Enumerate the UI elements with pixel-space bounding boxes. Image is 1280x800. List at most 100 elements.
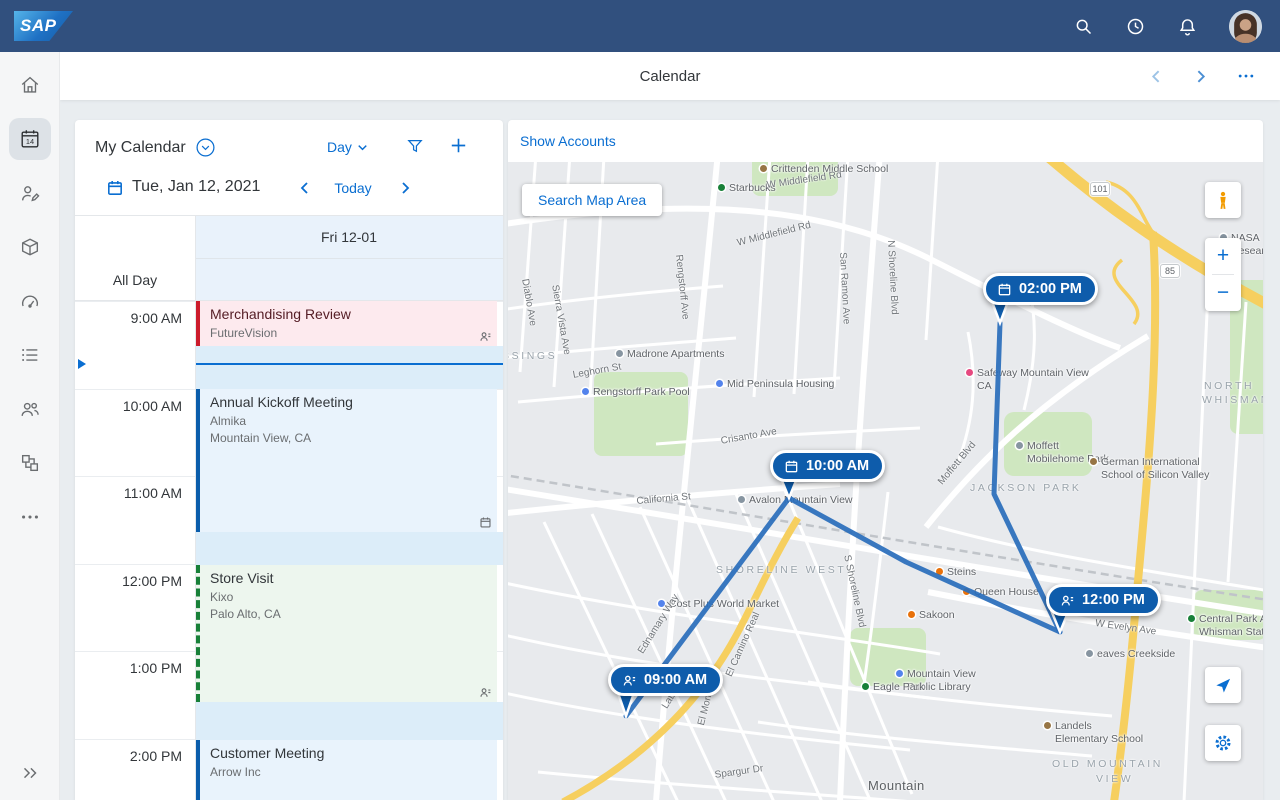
appointment-pin[interactable]: 10:00 AM	[770, 450, 885, 482]
poi-dot-icon	[1188, 615, 1195, 622]
poi-text: CA	[977, 380, 1089, 393]
zoom-in-button[interactable]: +	[1205, 238, 1241, 274]
recent-activities-icon[interactable]	[1125, 16, 1146, 37]
search-map-area-button[interactable]: Search Map Area	[522, 184, 662, 216]
view-selector[interactable]: Day	[327, 139, 370, 155]
filter-icon[interactable]	[405, 136, 425, 156]
poi-dot-icon	[1090, 458, 1097, 465]
poi-text: Madrone Apartments	[627, 348, 724, 361]
sidebar-item-analytics[interactable]	[9, 280, 51, 322]
poi-dot-icon	[936, 568, 943, 575]
road-label: Rengstorff Ave	[673, 254, 691, 320]
notifications-icon[interactable]	[1177, 16, 1198, 37]
hour-label: 9:00 AM	[131, 310, 182, 326]
poi-text: Avalon Mountain View	[749, 494, 853, 507]
sap-logo[interactable]: SAP	[14, 11, 73, 41]
map-poi-label: Central Park AtWhisman Station	[1188, 613, 1263, 639]
calendar-event[interactable]: Merchandising Review FutureVision	[196, 301, 497, 346]
add-appointment-button[interactable]	[447, 134, 470, 157]
appointment-pin[interactable]: 09:00 AM	[608, 664, 723, 696]
map-poi-label: Steins	[936, 566, 976, 579]
map-poi-label: Eagle Park	[862, 681, 924, 694]
sidebar-nav: 14	[0, 52, 60, 800]
calendar-event[interactable]: Customer MeetingArrow Inc	[196, 740, 497, 800]
sidebar-item-more[interactable]	[9, 496, 51, 538]
road-label: Crisanto Ave	[720, 426, 778, 447]
map-poi-label: Crittenden Middle School	[760, 163, 888, 176]
event-title: Store Visit	[210, 570, 489, 586]
date-picker-icon[interactable]	[106, 179, 124, 197]
event-line2: Almika	[210, 413, 489, 430]
sidebar-item-products[interactable]	[9, 226, 51, 268]
event-line2: Arrow Inc	[210, 764, 489, 781]
event-title: Merchandising Review	[210, 306, 489, 322]
area-label: WHISMAN	[1202, 394, 1263, 406]
poi-text: Starbucks	[729, 182, 776, 195]
road-label: W Middlefield Rd	[736, 220, 812, 249]
poi-text: Rengstorff Park Pool	[593, 386, 690, 399]
hour-label: 11:00 AM	[124, 485, 182, 501]
event-line3: Mountain View, CA	[210, 430, 489, 447]
pegman-icon[interactable]	[1205, 182, 1241, 218]
person-icon	[479, 686, 492, 699]
road-label: Leghorn St	[572, 362, 622, 381]
nav-forward-icon[interactable]	[1192, 68, 1209, 85]
next-day-icon[interactable]	[397, 180, 413, 196]
view-selector-label: Day	[327, 139, 352, 155]
poi-text: Public Library	[907, 681, 976, 694]
poi-text: Sakoon	[919, 609, 955, 622]
map-settings-icon[interactable]	[1205, 725, 1241, 761]
hour-label: 12:00 PM	[122, 573, 182, 589]
day-column-header: Fri 12-01	[195, 216, 503, 259]
time-column: 9:00 AM10:00 AM11:00 AM12:00 PM1:00 PM2:…	[75, 301, 195, 800]
event-line3: Palo Alto, CA	[210, 606, 489, 623]
all-day-row: All Day	[75, 259, 503, 301]
search-icon[interactable]	[1073, 16, 1094, 37]
map-panel: Show Accounts	[508, 120, 1263, 800]
previous-day-icon[interactable]	[297, 180, 313, 196]
calendar-event[interactable]: Store VisitKixoPalo Alto, CA	[196, 565, 497, 702]
map-poi-label: Safeway Mountain ViewCA	[966, 367, 1089, 393]
nav-back-icon[interactable]	[1148, 68, 1165, 85]
zoom-out-button[interactable]: −	[1205, 275, 1241, 311]
poi-dot-icon	[760, 165, 767, 172]
map-poi-label: Queen House	[963, 586, 1039, 599]
poi-dot-icon	[658, 600, 665, 607]
road-label: Ednamary Way	[636, 592, 681, 655]
poi-dot-icon	[1016, 442, 1023, 449]
sidebar-item-calendar[interactable]: 14	[9, 118, 51, 160]
poi-dot-icon	[908, 611, 915, 618]
today-button[interactable]: Today	[325, 180, 381, 196]
appointment-pin[interactable]: 12:00 PM	[1046, 584, 1161, 616]
shell-bar: SAP	[0, 0, 1280, 52]
sidebar-expand-button[interactable]	[9, 752, 51, 794]
city-label: Mountain	[868, 778, 925, 793]
poi-text: School of Silicon Valley	[1101, 469, 1209, 482]
avatar[interactable]	[1229, 10, 1262, 43]
overflow-icon[interactable]	[1236, 66, 1256, 86]
sidebar-item-worklists[interactable]	[9, 334, 51, 376]
locate-icon[interactable]	[1205, 667, 1241, 703]
all-day-label: All Day	[75, 259, 195, 300]
show-accounts-link[interactable]: Show Accounts	[520, 133, 616, 149]
calendar-event[interactable]: Annual Kickoff Meeting AlmikaMountain Vie…	[196, 389, 497, 532]
area-label: OLD MOUNTAIN	[1052, 758, 1163, 770]
map-poi-label: LandelsElementary School	[1044, 720, 1143, 746]
poi-dot-icon	[963, 588, 970, 595]
appointment-pin[interactable]: 02:00 PM	[983, 273, 1098, 305]
map-panel-header: Show Accounts	[508, 120, 1263, 162]
calendar-selector[interactable]: My Calendar	[95, 137, 216, 158]
sidebar-item-accounts[interactable]	[9, 172, 51, 214]
sidebar-item-home[interactable]	[9, 64, 51, 106]
road-label: W Evelyn Ave	[1094, 618, 1156, 637]
event-title: Annual Kickoff Meeting	[210, 394, 489, 410]
map-area[interactable]: Crittenden Middle School Starbucks Madrone…	[508, 162, 1263, 800]
event-line2: FutureVision	[210, 325, 489, 342]
sidebar-item-contacts[interactable]	[9, 388, 51, 430]
sidebar-item-organization[interactable]	[9, 442, 51, 484]
poi-text: Crittenden Middle School	[771, 163, 888, 176]
highway-shield: 85	[1160, 264, 1180, 278]
page-header: Calendar	[60, 52, 1280, 100]
shell-actions	[1073, 10, 1280, 43]
calendar-icon	[997, 282, 1012, 297]
